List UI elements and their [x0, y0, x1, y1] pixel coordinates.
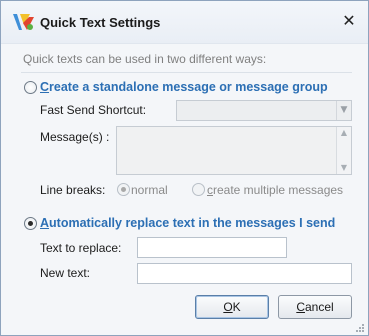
replace-label-rest: utomatically replace text in the message… [49, 216, 336, 230]
new-text-input[interactable] [137, 263, 352, 284]
replace-option-label[interactable]: Automatically replace text in the messag… [40, 216, 335, 230]
fast-send-shortcut-label: Fast Send Shortcut: [40, 103, 147, 117]
chevron-down-icon[interactable]: ▼ [336, 101, 351, 120]
standalone-mnemonic: C [40, 80, 50, 94]
line-break-normal-radio[interactable] [117, 183, 130, 196]
resize-grip-icon[interactable] [355, 323, 365, 333]
ok-button[interactable]: OK [195, 295, 269, 319]
app-logo-icon [13, 14, 34, 30]
ok-label-rest: K [232, 300, 241, 314]
cancel-mnemonic: C [296, 300, 305, 314]
line-break-normal-label[interactable]: normal [131, 183, 168, 197]
quick-text-settings-dialog: Quick Text Settings ✕ Quick texts can be… [0, 0, 369, 336]
replace-radio[interactable] [24, 217, 37, 230]
cancel-button[interactable]: Cancel [278, 295, 352, 319]
dialog-body: Quick texts can be used in two different… [1, 44, 368, 335]
title-bar[interactable]: Quick Text Settings ✕ [1, 1, 368, 44]
multiple-label-rest: reate multiple messages [213, 183, 344, 197]
text-to-replace-input[interactable] [137, 237, 287, 258]
chevron-down-icon[interactable]: ▼ [337, 162, 351, 174]
close-icon[interactable]: ✕ [340, 12, 358, 30]
intro-text: Quick texts can be used in two different… [23, 52, 267, 66]
messages-label: Message(s) : [40, 130, 110, 144]
line-break-multiple-radio[interactable] [192, 183, 205, 196]
messages-scrollbar[interactable]: ▲ ▼ [336, 127, 351, 174]
fast-send-shortcut-dropdown[interactable]: ▼ [176, 100, 352, 121]
line-breaks-label: Line breaks: [40, 183, 106, 197]
text-to-replace-label: Text to replace: [40, 241, 122, 255]
standalone-radio[interactable] [24, 81, 37, 94]
standalone-option-label[interactable]: Create a standalone message or message g… [40, 80, 328, 94]
standalone-label-rest: reate a standalone message or message gr… [49, 80, 328, 94]
line-break-multiple-label[interactable]: create multiple messages [207, 183, 343, 197]
cancel-label-rest: ancel [304, 300, 334, 314]
ok-mnemonic: O [223, 300, 233, 314]
messages-textarea[interactable]: ▲ ▼ [116, 126, 352, 175]
chevron-up-icon[interactable]: ▲ [337, 127, 351, 139]
replace-mnemonic: A [40, 216, 50, 230]
window-title: Quick Text Settings [40, 15, 161, 30]
new-text-label: New text: [40, 266, 91, 280]
divider [21, 72, 352, 73]
